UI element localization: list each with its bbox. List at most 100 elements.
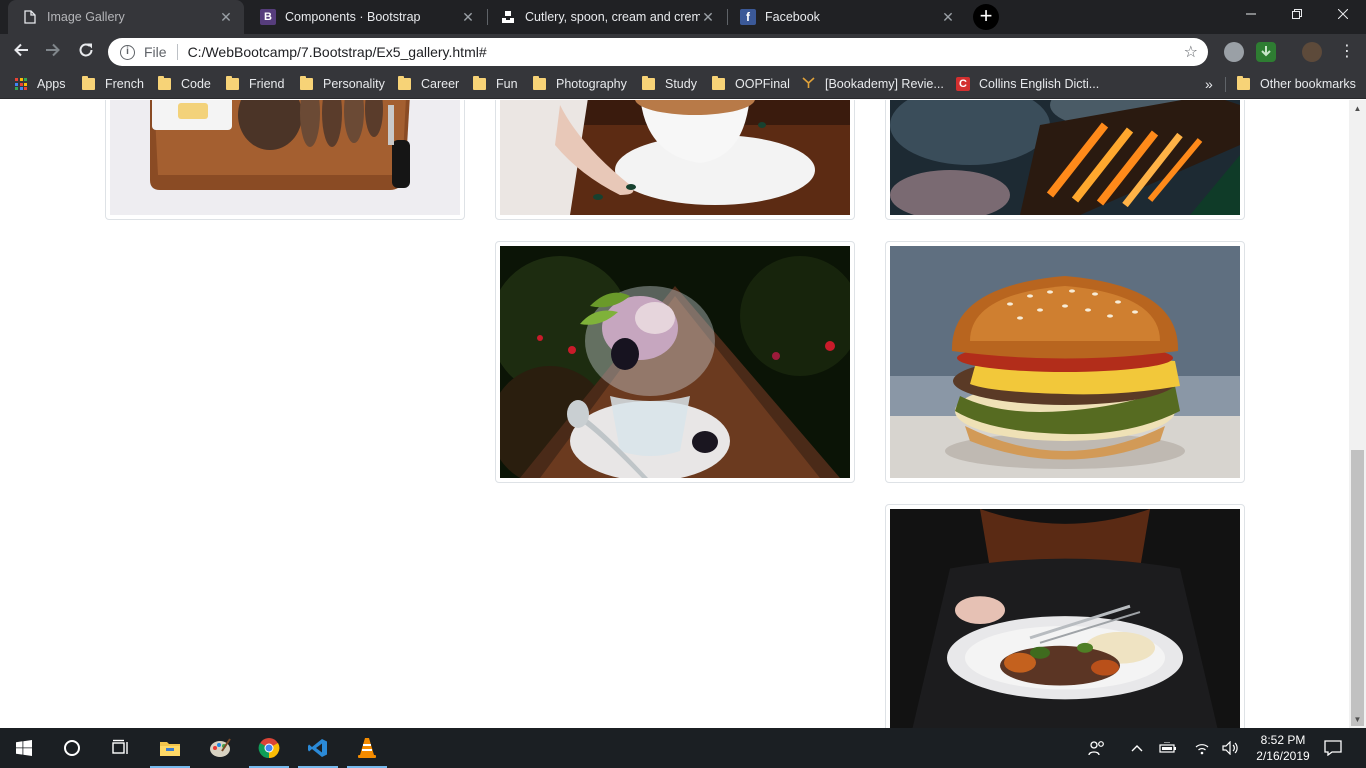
- bookmark-label: Photography: [556, 77, 627, 91]
- volume-icon[interactable]: [1218, 728, 1244, 768]
- back-button[interactable]: [8, 39, 34, 65]
- address-divider: [176, 44, 178, 60]
- vlc-icon[interactable]: [343, 728, 391, 768]
- bookmark-personality[interactable]: Personality: [300, 70, 385, 98]
- windows-start-icon[interactable]: [0, 728, 48, 768]
- bookmark-other[interactable]: Other bookmarks: [1237, 70, 1356, 98]
- browser-toolbar: i File C:/WebBootcamp/7.Bootstrap/Ex5_ga…: [0, 34, 1366, 70]
- bookmark-label: Apps: [37, 77, 66, 91]
- bookmark-french[interactable]: French: [82, 70, 144, 98]
- photo-icecream-icon: [500, 246, 850, 478]
- bookmark-oopfinal[interactable]: OOPFinal: [712, 70, 790, 98]
- tab-title: Facebook: [765, 10, 820, 24]
- folder-icon: [300, 76, 313, 90]
- tab-title: Components · Bootstrap: [285, 10, 421, 24]
- close-icon[interactable]: ✕: [700, 9, 716, 26]
- bookmark-label: [Bookademy] Revie...: [825, 77, 944, 91]
- minimize-button[interactable]: [1228, 0, 1274, 30]
- bookmark-label: Personality: [323, 77, 385, 91]
- close-icon[interactable]: ✕: [218, 9, 234, 26]
- new-tab-button[interactable]: +: [973, 4, 999, 30]
- clock-date: 2/16/2019: [1256, 749, 1310, 763]
- close-window-button[interactable]: [1320, 0, 1366, 30]
- gallery-image-icecream[interactable]: [495, 241, 855, 483]
- bookmark-apps[interactable]: Apps: [15, 70, 66, 98]
- apps-grid-icon: [15, 78, 27, 90]
- scroll-down-icon[interactable]: ▼: [1349, 711, 1366, 728]
- bookmark-friend[interactable]: Friend: [226, 70, 284, 98]
- info-icon[interactable]: i: [120, 44, 135, 60]
- file-explorer-icon[interactable]: [146, 728, 194, 768]
- chevron-up-icon[interactable]: [1126, 728, 1148, 768]
- folder-icon: [226, 76, 239, 90]
- bookmarks-bar: Apps French Code Friend Personality Care…: [0, 70, 1366, 99]
- scroll-up-icon[interactable]: ▲: [1349, 100, 1366, 117]
- photo-grill-icon: [890, 100, 1240, 215]
- page-content: [0, 100, 1349, 728]
- folder-icon: [712, 76, 725, 90]
- restore-button[interactable]: [1274, 0, 1320, 30]
- folder-icon: [158, 76, 171, 90]
- wifi-icon[interactable]: [1190, 728, 1214, 768]
- page-scrollbar[interactable]: ▲ ▼: [1349, 100, 1366, 728]
- menu-icon[interactable]: ⋮: [1334, 39, 1360, 65]
- notification-center-icon[interactable]: [1318, 728, 1348, 768]
- tab-facebook[interactable]: f Facebook ✕: [726, 0, 966, 34]
- cortana-icon[interactable]: [48, 728, 96, 768]
- bookmark-study[interactable]: Study: [642, 70, 697, 98]
- address-bar[interactable]: i File C:/WebBootcamp/7.Bootstrap/Ex5_ga…: [108, 38, 1208, 66]
- bookmark-label: Friend: [249, 77, 285, 91]
- photo-dish-icon: [890, 509, 1240, 728]
- gallery-image-dish[interactable]: [885, 504, 1245, 728]
- bookmark-career[interactable]: Career: [398, 70, 459, 98]
- folder-icon: [533, 76, 546, 90]
- bookmark-photography[interactable]: Photography: [533, 70, 627, 98]
- bookmarks-divider: [1225, 77, 1226, 92]
- people-icon[interactable]: [1084, 728, 1110, 768]
- bookmark-label: Study: [665, 77, 697, 91]
- folder-icon: [398, 76, 411, 90]
- bookmark-fun[interactable]: Fun: [473, 70, 518, 98]
- photo-burger-icon: [890, 246, 1240, 478]
- reload-button[interactable]: [73, 39, 99, 65]
- bookmarks-overflow-button[interactable]: »: [1205, 70, 1213, 98]
- close-icon[interactable]: ✕: [940, 9, 956, 26]
- close-icon[interactable]: ✕: [460, 9, 476, 26]
- bookmark-bookademy[interactable]: [Bookademy] Revie...: [802, 70, 944, 98]
- bookmark-label: Other bookmarks: [1260, 77, 1356, 91]
- folder-icon: [1237, 76, 1250, 90]
- tab-components-bootstrap[interactable]: B Components · Bootstrap ✕: [246, 0, 486, 34]
- bookmark-label: Collins English Dicti...: [979, 77, 1100, 91]
- folder-icon: [642, 76, 655, 90]
- vscode-icon[interactable]: [294, 728, 342, 768]
- battery-icon[interactable]: [1156, 728, 1180, 768]
- photo-coffee-icon: [500, 100, 850, 215]
- bookmark-label: Code: [181, 77, 211, 91]
- chrome-icon[interactable]: [245, 728, 293, 768]
- collins-icon: C: [956, 77, 970, 91]
- gallery-image-bread[interactable]: [105, 100, 465, 220]
- bookmark-collins[interactable]: C Collins English Dicti...: [956, 70, 1099, 98]
- windows-taskbar: 8:52 PM 2/16/2019: [0, 728, 1366, 768]
- gallery-image-burger[interactable]: [885, 241, 1245, 483]
- scrollbar-thumb[interactable]: [1351, 450, 1364, 726]
- star-icon[interactable]: ☆: [1184, 42, 1198, 62]
- forward-button[interactable]: [40, 39, 66, 65]
- url-text[interactable]: C:/WebBootcamp/7.Bootstrap/Ex5_gallery.h…: [188, 44, 487, 60]
- clock-time: 8:52 PM: [1260, 733, 1306, 747]
- task-view-icon[interactable]: [96, 728, 144, 768]
- extension-icon[interactable]: [1224, 42, 1244, 62]
- paint-icon[interactable]: [196, 728, 244, 768]
- profile-avatar[interactable]: [1302, 42, 1322, 62]
- bookmark-label: Career: [421, 77, 460, 91]
- tab-cutlery[interactable]: Cutlery, spoon, cream and creme ✕: [486, 0, 726, 34]
- bookmark-label: French: [105, 77, 144, 91]
- tab-image-gallery[interactable]: Image Gallery ✕: [8, 0, 244, 34]
- system-clock[interactable]: 8:52 PM 2/16/2019: [1250, 732, 1316, 764]
- gallery-image-grill[interactable]: [885, 100, 1245, 220]
- bookmark-code[interactable]: Code: [158, 70, 211, 98]
- download-extension-icon[interactable]: [1256, 42, 1276, 62]
- unsplash-icon: [500, 9, 516, 25]
- bookmark-label: OOPFinal: [735, 77, 790, 91]
- gallery-image-coffee[interactable]: [495, 100, 855, 220]
